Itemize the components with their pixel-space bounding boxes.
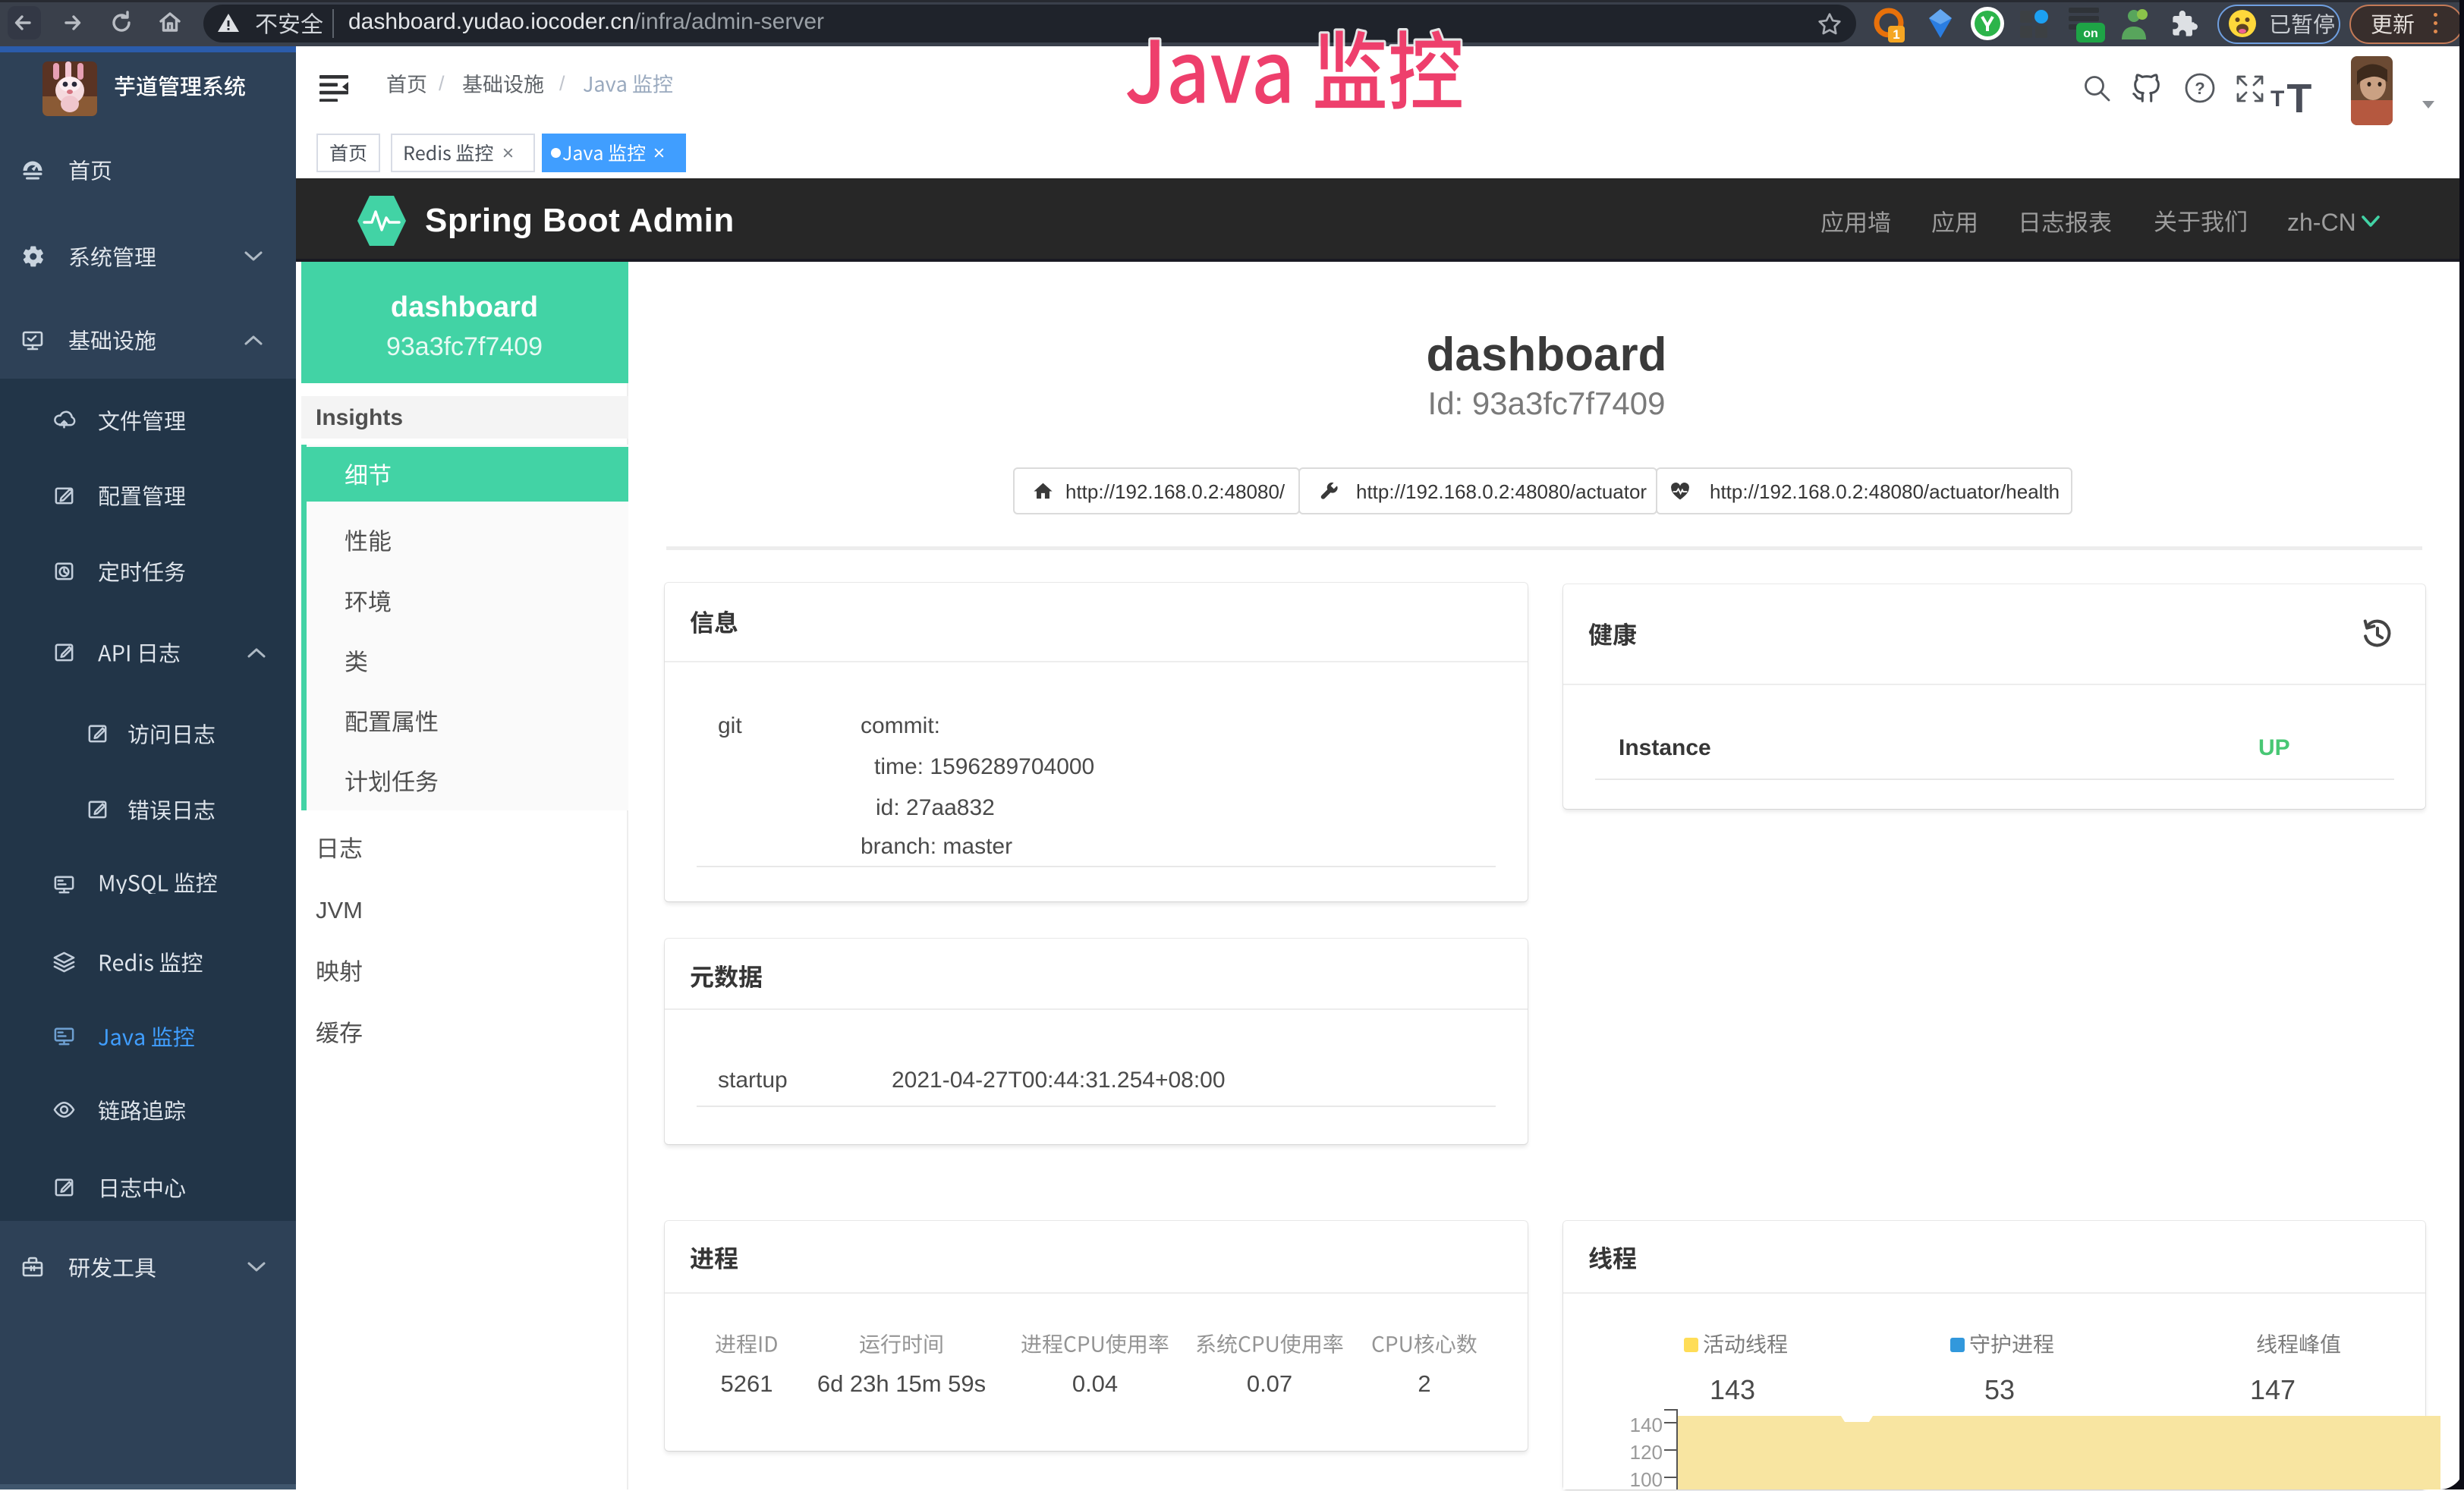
svg-text:1: 1 <box>1893 27 1899 42</box>
svg-text:?: ? <box>2195 79 2204 98</box>
svg-text:on: on <box>2083 27 2098 40</box>
